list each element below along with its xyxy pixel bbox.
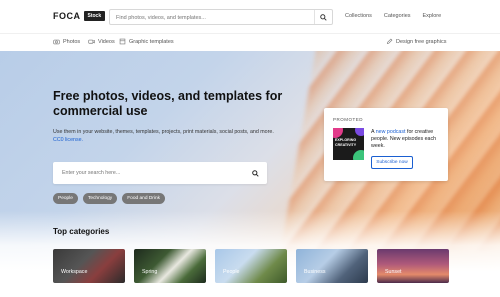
top-navigation-bar: FOCA Stock Collections Categories Explor… <box>0 0 500 33</box>
new-podcast-link[interactable]: new podcast <box>376 129 406 135</box>
hero-description: Use them in your website, themes, templa… <box>53 128 283 144</box>
category-workspace[interactable]: Workspace <box>53 249 125 283</box>
logo-badge: Stock <box>83 11 106 21</box>
category-business[interactable]: Business <box>296 249 368 283</box>
category-list: Workspace Spring People Business Sunset <box>53 249 449 283</box>
header-search-input[interactable] <box>116 13 306 22</box>
cover-shape-pink <box>333 128 343 138</box>
subnav-videos[interactable]: Videos <box>88 38 115 45</box>
cover-title: EXPLORING CREATIVITY <box>335 138 357 147</box>
podcast-cover-image[interactable]: EXPLORING CREATIVITY <box>333 128 364 160</box>
header-search-button[interactable] <box>314 10 332 24</box>
nav-explore[interactable]: Explore <box>423 13 442 19</box>
nav-collections[interactable]: Collections <box>345 13 372 19</box>
media-type-nav: Photos Videos Graphic templates Design f… <box>0 33 500 51</box>
promoted-card: PROMOTED EXPLORING CREATIVITY A new podc… <box>324 108 448 181</box>
subnav-design-label: Design free graphics <box>396 38 447 45</box>
video-icon <box>88 39 95 44</box>
logo-text: FOCA <box>53 11 81 21</box>
cover-shape-purple <box>355 128 364 136</box>
hero-search-input[interactable] <box>62 168 242 178</box>
category-label: Sunset <box>385 269 402 275</box>
subnav-photos[interactable]: Photos <box>53 38 80 45</box>
subscribe-now-button[interactable]: Subscribe now <box>371 156 413 169</box>
hero-search <box>53 162 267 184</box>
tag-people[interactable]: People <box>53 193 78 204</box>
hero-search-button[interactable] <box>249 167 261 179</box>
hero-description-text: Use them in your website, themes, templa… <box>53 129 274 135</box>
promo-text-prefix: A <box>371 129 375 135</box>
category-sunset[interactable]: Sunset <box>377 249 449 283</box>
tag-food-and-drink[interactable]: Food and Drink <box>122 193 166 204</box>
category-label: Business <box>304 269 326 275</box>
promoted-label: PROMOTED <box>333 117 364 122</box>
search-icon <box>320 13 327 21</box>
cc0-license-link[interactable]: CC0 license. <box>53 137 83 143</box>
suggested-tags: People Technology Food and Drink <box>53 193 166 204</box>
subnav-templates-label: Graphic templates <box>129 38 174 45</box>
subnav-photos-label: Photos <box>63 38 81 45</box>
promoted-text: A new podcast for creative people. New e… <box>371 129 443 150</box>
search-icon <box>251 169 259 177</box>
category-label: People <box>223 269 240 275</box>
category-label: Spring <box>142 269 158 275</box>
pencil-icon <box>386 38 393 45</box>
subnav-videos-label: Videos <box>98 38 115 45</box>
header-search <box>109 9 333 25</box>
category-label: Workspace <box>61 269 88 275</box>
cover-shape-green <box>353 150 364 160</box>
logo[interactable]: FOCA Stock <box>53 11 106 21</box>
camera-icon <box>53 39 60 45</box>
hero-title: Free photos, videos, and templates for c… <box>53 89 283 118</box>
header-nav: Collections Categories Explore <box>345 13 441 19</box>
category-spring[interactable]: Spring <box>134 249 206 283</box>
tag-technology[interactable]: Technology <box>82 193 118 204</box>
top-categories-heading: Top categories <box>53 227 110 236</box>
subnav-design-free-graphics[interactable]: Design free graphics <box>386 38 446 45</box>
category-people[interactable]: People <box>215 249 287 283</box>
subnav-templates[interactable]: Graphic templates <box>119 38 174 45</box>
template-icon <box>119 38 126 45</box>
nav-categories[interactable]: Categories <box>384 13 411 19</box>
